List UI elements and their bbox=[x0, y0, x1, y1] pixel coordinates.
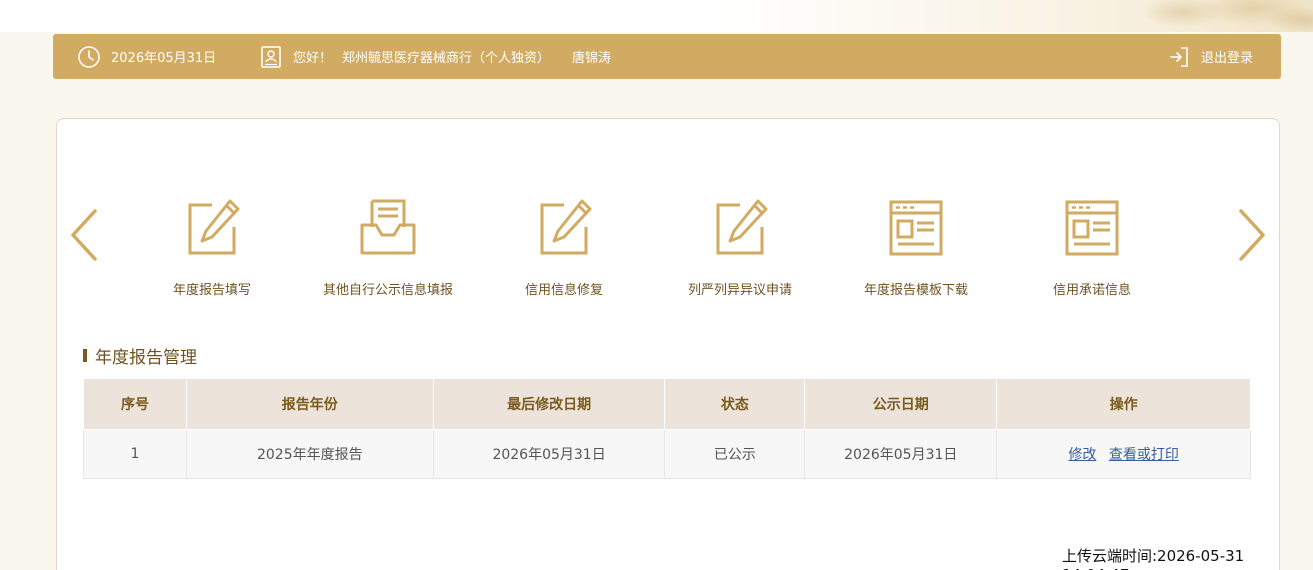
inbox-document-icon bbox=[360, 199, 416, 255]
cell-modified: 2026年05月31日 bbox=[432, 429, 666, 479]
section-title: 年度报告管理 bbox=[83, 343, 197, 368]
cell-status: 已公示 bbox=[664, 429, 806, 479]
col-header-modified: 最后修改日期 bbox=[432, 378, 666, 430]
edit-link[interactable]: 修改 bbox=[1068, 447, 1096, 463]
logout-button[interactable]: 退出登录 bbox=[1167, 34, 1253, 79]
clock-icon bbox=[78, 45, 100, 68]
view-print-link[interactable]: 查看或打印 bbox=[1109, 447, 1179, 463]
greeting-text: 您好！ bbox=[293, 51, 333, 66]
edit-form-icon bbox=[716, 199, 768, 255]
func-label: 年度报告填写 bbox=[172, 283, 251, 298]
func-other-disclosure[interactable]: 其他自行公示信息填报 bbox=[303, 197, 473, 301]
user-card-icon bbox=[261, 45, 281, 68]
carousel-prev-button[interactable] bbox=[67, 207, 101, 263]
cell-published: 2026年05月31日 bbox=[804, 429, 998, 479]
col-header-published: 公示日期 bbox=[804, 378, 998, 430]
header-bar: 2026年05月31日 您好！ 郑州毓思医疗器械商行（个人独资） 唐锦涛 退出登… bbox=[53, 34, 1281, 79]
edit-form-icon bbox=[188, 199, 240, 255]
main-card: 年度报告填写 其他自行公示信息填报 信用信息修复 列严列异异议申请 年度报告模板… bbox=[56, 118, 1280, 570]
company-name: 郑州毓思医疗器械商行（个人独资） bbox=[342, 51, 551, 66]
section-marker bbox=[83, 349, 87, 362]
header-date: 2026年05月31日 bbox=[77, 34, 216, 79]
func-credit-repair[interactable]: 信用信息修复 bbox=[479, 197, 649, 301]
col-header-actions: 操作 bbox=[996, 378, 1251, 430]
top-banner bbox=[0, 0, 1313, 32]
date-text: 2026年05月31日 bbox=[111, 51, 217, 66]
func-label: 其他自行公示信息填报 bbox=[322, 283, 453, 298]
func-label: 年度报告模板下载 bbox=[863, 283, 968, 298]
person-name: 唐锦涛 bbox=[572, 51, 612, 66]
cell-index: 1 bbox=[83, 429, 187, 479]
page: 2026年05月31日 您好！ 郑州毓思医疗器械商行（个人独资） 唐锦涛 退出登… bbox=[0, 0, 1313, 570]
cell-year: 2025年年度报告 bbox=[185, 429, 434, 479]
carousel-next-button[interactable] bbox=[1235, 207, 1269, 263]
banner-decoration bbox=[713, 0, 1313, 32]
template-window-icon bbox=[1065, 200, 1119, 256]
func-template-download[interactable]: 年度报告模板下载 bbox=[831, 197, 1001, 301]
table-row: 1 2025年年度报告 2026年05月31日 已公示 2026年05月31日 … bbox=[83, 429, 1251, 479]
table-header-row: 序号 报告年份 最后修改日期 状态 公示日期 操作 bbox=[83, 378, 1251, 430]
func-credit-commitment[interactable]: 信用承诺信息 bbox=[1007, 197, 1177, 301]
logout-icon bbox=[1170, 46, 1188, 67]
func-annual-report-fill[interactable]: 年度报告填写 bbox=[127, 197, 297, 301]
section-title-text: 年度报告管理 bbox=[95, 348, 197, 368]
func-label: 信用信息修复 bbox=[524, 283, 603, 298]
annual-report-table: 序号 报告年份 最后修改日期 状态 公示日期 操作 1 2025年年度报告 20… bbox=[83, 378, 1251, 479]
cell-actions: 修改 查看或打印 bbox=[996, 429, 1251, 479]
edit-form-icon bbox=[540, 199, 592, 255]
col-header-status: 状态 bbox=[664, 378, 806, 430]
col-header-year: 报告年份 bbox=[185, 378, 434, 430]
func-objection-apply[interactable]: 列严列异异议申请 bbox=[655, 197, 825, 301]
logout-label: 退出登录 bbox=[1200, 51, 1253, 66]
col-header-index: 序号 bbox=[83, 378, 187, 430]
chevron-left-icon bbox=[71, 209, 97, 261]
func-label: 信用承诺信息 bbox=[1052, 283, 1131, 298]
chevron-right-icon bbox=[1239, 209, 1265, 261]
upload-time-stamp: 上传云端时间:2026-05-31 14:04:47 bbox=[1062, 547, 1245, 570]
func-label: 列严列异异议申请 bbox=[687, 283, 792, 298]
template-window-icon bbox=[889, 200, 943, 256]
header-user: 您好！ 郑州毓思医疗器械商行（个人独资） 唐锦涛 bbox=[259, 34, 611, 79]
